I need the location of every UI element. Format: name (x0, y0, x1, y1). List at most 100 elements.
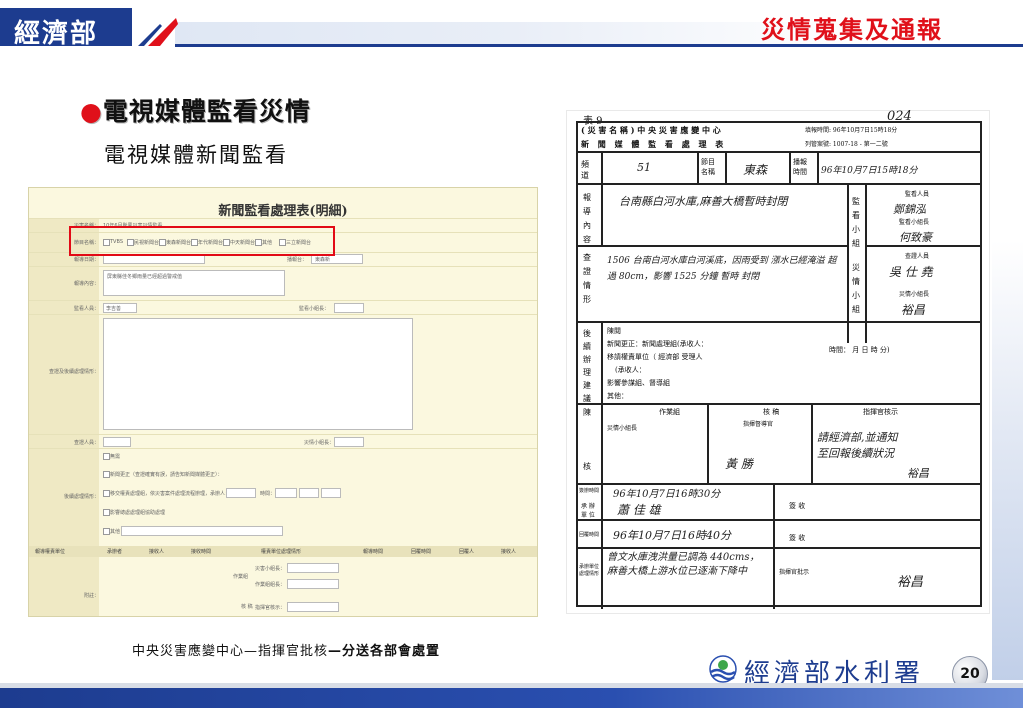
chen-hand2: 請經濟部,並通知 (817, 431, 898, 444)
result-text: 曾文水庫洩洪量已調為 440cms，麻善大橋上游水位已逐漸下降中 (607, 552, 760, 577)
followup-person-input[interactable] (226, 488, 256, 498)
sign-label: 核 (583, 462, 591, 471)
followup-other-input[interactable] (121, 526, 283, 536)
remarks-label: 附註： (83, 593, 99, 599)
followup-item: 新聞更正：新聞處理組(承收人： (607, 340, 708, 348)
followup-item: (承收人： (615, 366, 646, 374)
verify-label: 查 證 情 形 (583, 253, 591, 304)
logo-text: 經濟部 (14, 19, 99, 49)
followup-time-input[interactable] (275, 488, 297, 498)
doc-col-rule (601, 321, 603, 403)
followup-option[interactable]: 其他 (110, 528, 120, 535)
footer-bar (0, 688, 1023, 708)
doc-col-rule (847, 183, 849, 343)
doc-col-rule (865, 183, 867, 343)
monitor-input[interactable]: 李吉善 (103, 303, 137, 313)
monitor-value: 李吉善 (106, 306, 122, 312)
followup-item: 影響參謀組、督導組 (607, 379, 670, 387)
form-row-divider (29, 266, 537, 267)
sign-time-label: 簽辦時間 (579, 488, 600, 494)
disaster-leader-label: 災情小組長： (304, 440, 335, 446)
doc-meta-case: 列管案號: 1007-18 - 第一二號 (805, 141, 888, 148)
chen-col-action: 作業組 (659, 408, 680, 416)
doc-title-line1: ( 災 害 名 稱 ) 中 央 災 害 應 變 中 心 (581, 125, 721, 135)
doc-meta-time: 填報時間: 96年10月7日15時18分 (805, 127, 898, 134)
receiver-label: 承 辦 單 位 (581, 503, 595, 519)
r2-input[interactable] (287, 579, 339, 589)
caption-normal: 中央災害應變中心—指揮官批核 (132, 644, 329, 659)
header: 經濟部 災情蒐集及通報 (0, 0, 1023, 52)
doc-col-rule (789, 151, 791, 183)
monitor-leader-label: 監看小組長： (299, 306, 330, 312)
doc-rule (865, 245, 980, 247)
situation-textarea[interactable] (103, 318, 413, 430)
wra-logo-icon (709, 655, 737, 683)
broadcast-label: 播報台： (287, 257, 308, 263)
content-value: 台南縣白河水庫,麻善大橋暫時封閉 (619, 195, 788, 208)
bullet-icon: ● (80, 97, 103, 126)
form-row-divider (29, 314, 537, 315)
reply-time: 96年10月7日16時40分 (613, 529, 731, 542)
doc-rule (576, 183, 980, 185)
followup-option[interactable]: 新聞更正（查證確實有誤，請告知新聞媒體更正）： (110, 471, 223, 478)
receive-label: 簽 收 (789, 502, 806, 510)
table-header-cell: 接收時間 (191, 549, 212, 555)
content-placeholder: 屏東縣佳冬鄉雨量已經超過警戒值 (107, 274, 183, 280)
doc-col-rule (601, 403, 603, 483)
situation-label: 查證及後續處理情形： (48, 369, 99, 375)
r3-label: 指揮官核示： (255, 605, 286, 611)
form-row-divider (29, 218, 537, 219)
chen-col-commander: 指揮官核示 (863, 408, 898, 416)
scanned-monitor-record: 表 9 024 ( 災 害 名 稱 ) 中 央 災 害 應 變 中 心 新 聞 … (566, 109, 990, 614)
verifier-input[interactable] (103, 437, 131, 447)
followup-label: 後 續 辦 理 建 議 (583, 329, 591, 403)
form-title: 新聞監看處理表(明細) (218, 204, 348, 219)
r1-input[interactable] (287, 563, 339, 573)
report-time-label: 報導日期： (73, 257, 99, 263)
followup-checkbox[interactable] (103, 490, 110, 497)
caption: 中央災害應變中心—指揮官批核—分送各部會處置 (132, 640, 440, 659)
followup-checkbox[interactable] (103, 453, 110, 460)
followup-option[interactable]: 無需 (110, 453, 120, 460)
followup-checkbox[interactable] (103, 471, 110, 478)
verify-label: 核 稿 (241, 604, 253, 610)
r3-input[interactable] (287, 602, 339, 612)
disaster-group-label: 災 情 小 組 (852, 263, 860, 314)
leader-sign: 何致豪 (899, 231, 932, 244)
decorative-water-strip (992, 240, 1023, 680)
doc-col-rule (817, 151, 819, 183)
followup-checkbox[interactable] (103, 509, 110, 516)
followup-hour-select[interactable] (299, 488, 319, 498)
followup-option[interactable]: 影響總處處理組協助處理 (110, 509, 165, 516)
doc-rule (576, 547, 980, 549)
content-label: 報 導 內 容 (583, 193, 591, 244)
followup-checkbox[interactable] (103, 528, 110, 535)
followup-item: 陳閱 (607, 327, 621, 335)
bullet-heading: ●電視媒體監看災情 (80, 92, 311, 128)
chen-commander-sign: 裕昌 (907, 467, 929, 480)
subheading: 電視媒體新聞監看 (104, 143, 288, 167)
followup-minute-select[interactable] (321, 488, 341, 498)
commander-label: 指揮官批示 (779, 569, 810, 576)
monitor-leader-input[interactable] (334, 303, 364, 313)
caption-bold: —分送各部會處置 (328, 644, 441, 659)
doc-rule (576, 245, 848, 247)
followup-time-label: 時間： (260, 491, 276, 497)
disaster-leader-input[interactable] (334, 437, 364, 447)
doc-col-rule (811, 403, 813, 483)
report-content-textarea[interactable]: 屏東縣佳冬鄉雨量已經超過警戒值 (103, 270, 285, 296)
bullet-heading-text: 電視媒體監看災情 (102, 97, 311, 126)
chen-col-verify: 核 稿 (763, 408, 780, 416)
doc-col-rule (697, 151, 699, 183)
disaster-leader-sign: 裕昌 (901, 303, 926, 317)
form-row-divider (29, 448, 537, 449)
label-column (29, 557, 99, 616)
followup-option[interactable]: 移交權責處理組，依災害案件處理流程辦理，承辦人： (110, 490, 230, 497)
channel-highlight-box (69, 226, 335, 256)
doc-rule (576, 151, 980, 153)
followup-item: 移請權責單位（ 經濟部 受理人 (607, 353, 703, 361)
leader-label: 監看小組長 (899, 219, 930, 226)
table-header-cell: 承辦者 (107, 549, 123, 555)
channel-value: 51 (637, 161, 651, 174)
program-value: 東森 (743, 163, 768, 177)
